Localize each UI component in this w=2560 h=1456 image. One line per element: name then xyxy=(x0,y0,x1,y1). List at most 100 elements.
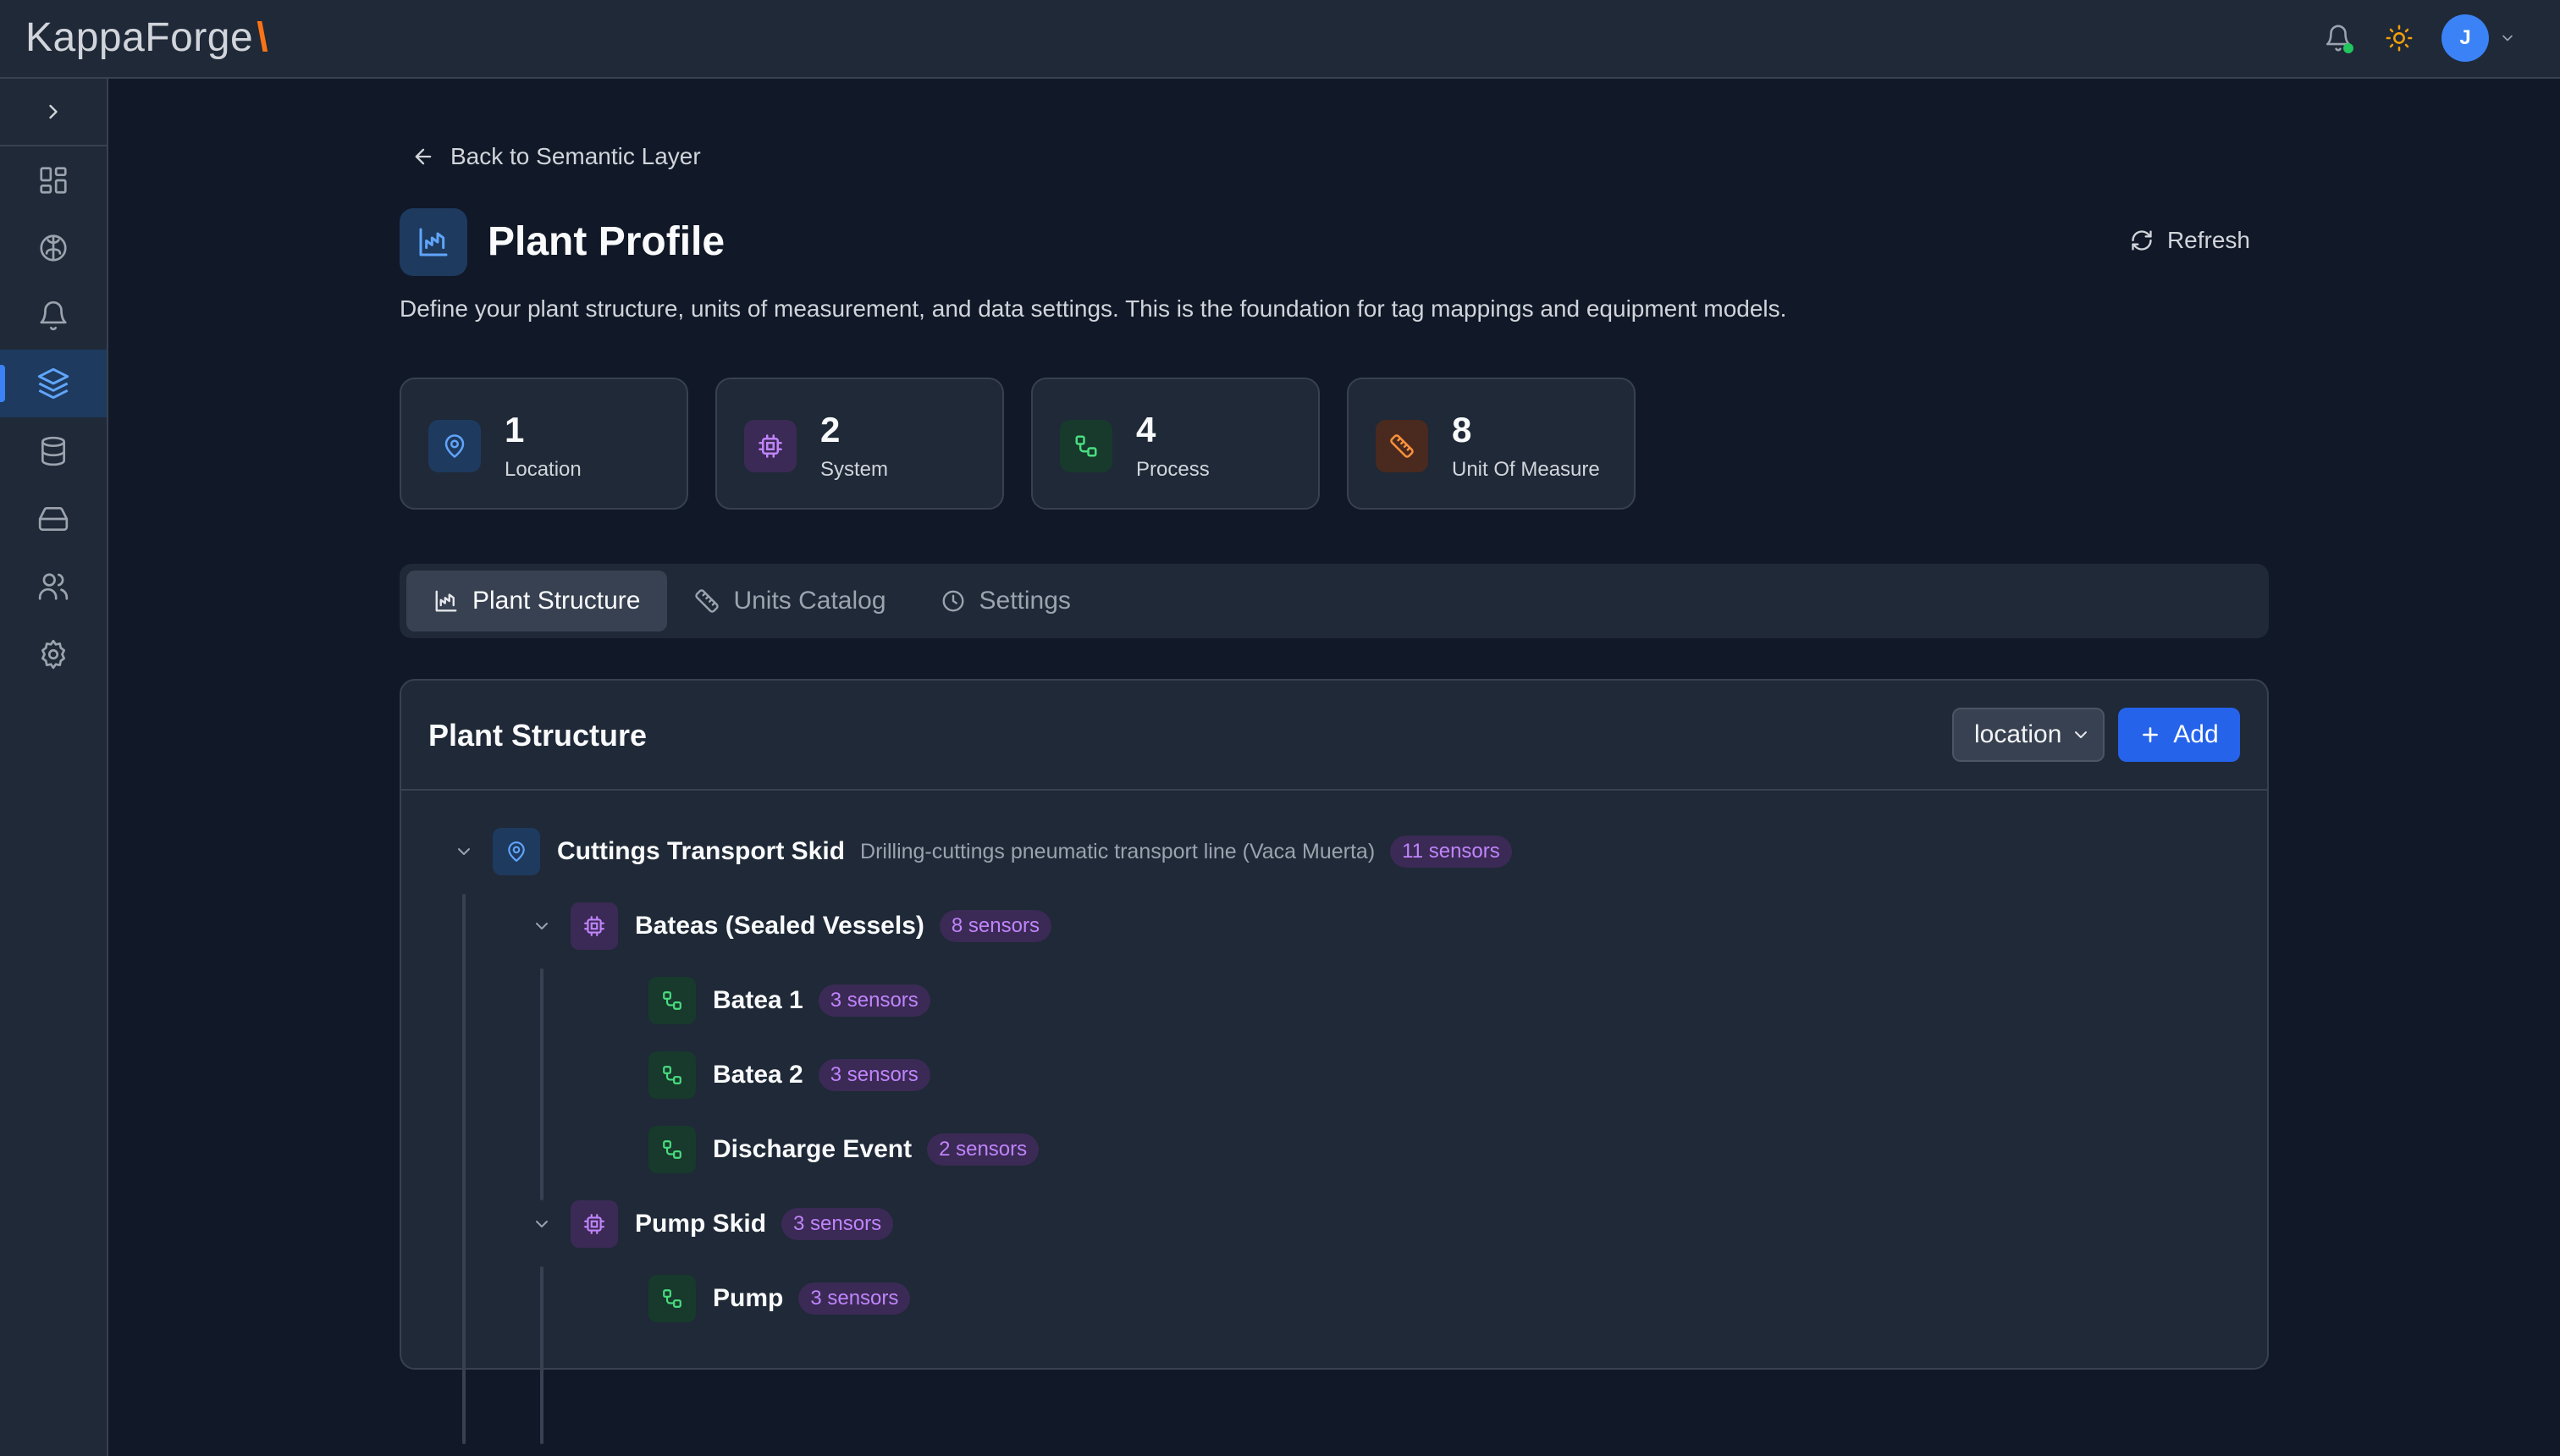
tree-node-process[interactable]: Discharge Event 2 sensors xyxy=(648,1126,1040,1173)
node-icon-wrap xyxy=(493,828,540,875)
sidebar-expand-button[interactable] xyxy=(0,79,107,146)
tab-label: Units Catalog xyxy=(733,587,886,615)
tree-guide-line xyxy=(540,1266,543,1444)
ruler-icon xyxy=(695,589,720,613)
map-pin-icon xyxy=(444,434,465,458)
collapse-toggle[interactable] xyxy=(447,835,481,869)
stat-value: 8 xyxy=(1452,410,1472,449)
sensor-count-badge: 3 sensors xyxy=(818,984,930,1017)
node-icon-wrap xyxy=(648,977,696,1024)
sidebar-item-storage[interactable] xyxy=(0,485,107,553)
workflow-icon xyxy=(663,1289,681,1308)
avatar-initial: J xyxy=(2459,26,2471,49)
node-name: Pump xyxy=(713,1284,784,1312)
brain-icon xyxy=(40,234,67,262)
node-type-select[interactable]: location xyxy=(1952,708,2105,762)
stat-label: System xyxy=(820,458,889,481)
tree-node-process[interactable]: Pump 3 sensors xyxy=(648,1275,911,1322)
back-link-label: Back to Semantic Layer xyxy=(450,143,701,169)
add-node-button[interactable]: Add xyxy=(2118,708,2240,762)
cpu-chip-icon xyxy=(584,1214,604,1234)
stat-value: 4 xyxy=(1136,410,1156,449)
tab-plant-structure[interactable]: Plant Structure xyxy=(406,571,668,631)
cpu-chip-icon xyxy=(759,434,782,458)
tree-node-process[interactable]: Batea 2 3 sensors xyxy=(648,1051,930,1099)
tab-label: Settings xyxy=(979,587,1071,615)
workflow-icon xyxy=(663,1140,681,1159)
tree-guide-line xyxy=(540,968,543,1200)
tree-node-process[interactable]: Batea 1 3 sensors xyxy=(648,977,930,1024)
chevron-down-icon xyxy=(2075,731,2087,738)
stat-icon-wrap xyxy=(1060,420,1112,472)
chevron-down-icon xyxy=(458,848,470,855)
logo-text: KappaForge xyxy=(25,14,254,60)
notification-status-dot xyxy=(2343,43,2353,53)
logo-mark: \ xyxy=(257,14,269,60)
node-name: Bateas (Sealed Vessels) xyxy=(635,912,924,940)
stat-value: 2 xyxy=(820,410,841,449)
tree-node-system[interactable]: Pump Skid 3 sensors xyxy=(525,1200,894,1248)
collapse-toggle[interactable] xyxy=(525,1207,559,1241)
stat-value: 1 xyxy=(505,410,525,449)
ruler-icon xyxy=(1390,434,1414,458)
chart-icon xyxy=(435,590,457,612)
app-logo[interactable]: KappaForge \ xyxy=(25,12,268,63)
clock-icon xyxy=(942,590,963,612)
node-icon-wrap xyxy=(648,1126,696,1173)
layers-icon xyxy=(37,367,69,400)
refresh-button[interactable]: Refresh xyxy=(2130,215,2250,266)
node-name: Batea 1 xyxy=(713,986,803,1014)
back-link[interactable]: Back to Semantic Layer xyxy=(411,140,701,174)
node-icon-wrap xyxy=(571,1200,618,1248)
top-header: KappaForge \ J xyxy=(0,0,2560,79)
stat-label: Process xyxy=(1136,458,1210,481)
panel-header: Plant Structure location Add xyxy=(401,681,2267,791)
tab-settings[interactable]: Settings xyxy=(913,571,1098,631)
user-avatar[interactable]: J xyxy=(2441,14,2489,62)
chevron-down-icon xyxy=(536,923,548,929)
tree-node-system[interactable]: Bateas (Sealed Vessels) 8 sensors xyxy=(525,902,1051,950)
sidebar-item-settings[interactable] xyxy=(0,620,107,688)
chevron-down-icon xyxy=(536,1221,548,1227)
node-name: Cuttings Transport Skid xyxy=(557,837,846,865)
theme-toggle-button[interactable] xyxy=(2381,19,2418,57)
notifications-button[interactable] xyxy=(2320,19,2357,57)
add-node-label: Add xyxy=(2173,720,2219,748)
stat-label: Location xyxy=(505,458,582,481)
node-type-select-value: location xyxy=(1974,720,2062,748)
sensor-count-badge: 11 sensors xyxy=(1390,836,1512,868)
tab-label: Plant Structure xyxy=(472,587,641,615)
users-icon xyxy=(38,573,69,600)
stat-icon-wrap xyxy=(428,420,481,472)
page-subtitle: Define your plant structure, units of me… xyxy=(400,295,1787,322)
profile-tabs: Plant Structure Units Catalog Settings xyxy=(400,564,2269,638)
stat-icon-wrap xyxy=(744,420,797,472)
cpu-chip-icon xyxy=(584,916,604,936)
sun-icon xyxy=(2386,25,2413,52)
sensor-count-badge: 3 sensors xyxy=(781,1208,894,1240)
node-icon-wrap xyxy=(648,1051,696,1099)
page-header: Plant Profile Refresh xyxy=(400,208,2269,276)
arrow-left-icon xyxy=(415,148,432,165)
stat-icon-wrap xyxy=(1376,420,1428,472)
node-name: Pump Skid xyxy=(635,1210,767,1238)
sidebar-item-alerts[interactable] xyxy=(0,282,107,350)
sidebar-item-intelligence[interactable] xyxy=(0,214,107,282)
node-name: Batea 2 xyxy=(713,1061,803,1089)
sidebar-item-dashboard[interactable] xyxy=(0,146,107,214)
dashboard-icon xyxy=(40,167,67,194)
header-actions: J xyxy=(2320,13,2518,63)
workflow-icon xyxy=(663,991,681,1010)
page-title-badge xyxy=(400,208,467,276)
database-icon xyxy=(41,436,66,466)
collapse-toggle[interactable] xyxy=(525,909,559,943)
sidebar-item-users[interactable] xyxy=(0,553,107,620)
sidebar-item-semantic-layer[interactable] xyxy=(0,350,107,417)
tab-units-catalog[interactable]: Units Catalog xyxy=(667,571,913,631)
tree-node-location[interactable]: Cuttings Transport Skid Drilling-cutting… xyxy=(447,828,1512,875)
bell-icon xyxy=(40,301,67,331)
user-menu-toggle[interactable] xyxy=(2497,28,2518,48)
sidebar-item-data-sources[interactable] xyxy=(0,417,107,485)
stat-card-unit-of-measure: 8 Unit Of Measure xyxy=(1347,378,1636,510)
tree-guide-line xyxy=(462,894,466,1444)
